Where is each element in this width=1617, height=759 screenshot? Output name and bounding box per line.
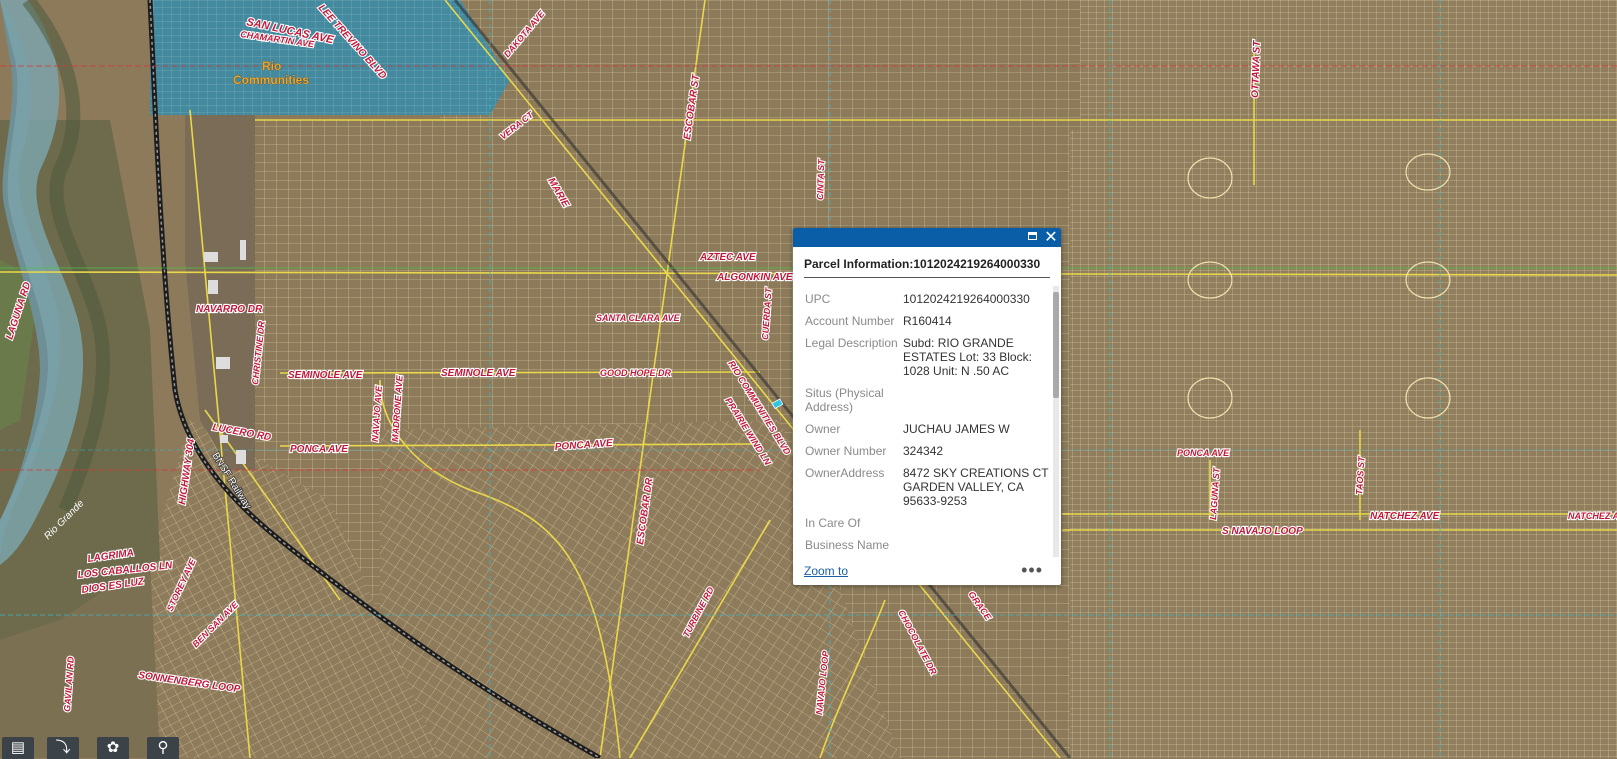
- attribute-value: 324342: [903, 444, 944, 458]
- popup-scrollbar[interactable]: [1053, 286, 1059, 557]
- attribute-row-situs: Situs (Physical Address): [793, 382, 1051, 418]
- attribute-key: Account Number: [805, 314, 895, 328]
- attribute-value: JUCHAU JAMES W: [903, 422, 1010, 436]
- street-label: PONCA AVE: [290, 444, 348, 455]
- maximize-icon[interactable]: [1025, 229, 1041, 245]
- attribute-key: Business Name: [805, 538, 890, 552]
- attribute-row-owner: Owner JUCHAU JAMES W: [793, 418, 1051, 440]
- popup-footer: Zoom to •••: [793, 560, 1061, 585]
- street-label: CINTA ST: [815, 158, 826, 200]
- street-label: NATCHEZ AVE: [1568, 511, 1617, 521]
- street-label: GOOD HOPE DR: [600, 368, 672, 378]
- layer-list-icon[interactable]: ▤: [2, 737, 34, 759]
- street-label: AZTEC AVE: [699, 252, 756, 263]
- attribute-row-owner-address: OwnerAddress 8472 SKY CREATIONS CT GARDE…: [793, 462, 1051, 512]
- parcel-grid-east: [1070, 0, 1617, 758]
- attribute-key: Owner: [805, 422, 841, 436]
- street-label: ALGONKIN AVE: [716, 272, 793, 283]
- attribute-value: [903, 386, 1051, 414]
- street-label: SANTA CLARA AVE: [596, 313, 681, 323]
- street-label: OTTAWA ST: [1250, 40, 1263, 98]
- attribute-key: Situs (Physical Address): [805, 386, 884, 414]
- close-icon[interactable]: ✕: [1043, 229, 1059, 245]
- attribute-key: OwnerAddress: [805, 466, 885, 480]
- parcel-info-popup[interactable]: ✕ Parcel Information:1012024219264000330…: [793, 228, 1061, 585]
- attribute-value: [903, 538, 1051, 552]
- attribute-row-in-care-of: In Care Of: [793, 512, 1051, 534]
- street-label: PONCA AVE: [1177, 448, 1230, 458]
- attribute-row-upc: UPC 1012024219264000330: [793, 288, 1051, 310]
- title-divider: [804, 277, 1050, 278]
- attribute-row-legal-description: Legal Description Subd: RIO GRANDE ESTAT…: [793, 332, 1051, 382]
- street-label: S NAVAJO LOOP: [1222, 526, 1303, 537]
- attribute-value: R160414: [903, 314, 952, 328]
- attribute-key: Legal Description: [805, 336, 898, 350]
- attribute-value: 8472 SKY CREATIONS CT GARDEN VALLEY, CA …: [903, 466, 1049, 508]
- attribute-row-account-number: Account Number R160414: [793, 310, 1051, 332]
- basemap-gallery-icon[interactable]: ✿: [97, 737, 129, 759]
- street-label: NATCHEZ AVE: [1370, 511, 1440, 522]
- attribute-key: UPC: [805, 292, 831, 306]
- scrollbar-thumb[interactable]: [1053, 292, 1059, 398]
- attribute-key: In Care Of: [805, 516, 861, 530]
- street-label: SEMINOLE AVE: [441, 368, 516, 379]
- attribute-value: [903, 516, 1051, 530]
- attribute-value: 1012024219264000330: [903, 292, 1030, 306]
- popup-title: Parcel Information:1012024219264000330: [804, 257, 1041, 271]
- search-icon[interactable]: ⚲: [147, 737, 179, 759]
- place-label-line1: Rio: [262, 59, 281, 73]
- attribute-value: Subd: RIO GRANDE ESTATES Lot: 33 Block: …: [903, 336, 1032, 378]
- zoom-to-link[interactable]: Zoom to: [804, 564, 848, 578]
- more-actions-icon[interactable]: •••: [1021, 560, 1043, 581]
- attribute-row-owner-number: Owner Number 324342: [793, 440, 1051, 462]
- place-label-line2: Communities: [233, 73, 309, 87]
- street-label: NAVARRO DR: [196, 304, 263, 315]
- popup-header: ✕: [793, 228, 1061, 247]
- measure-icon[interactable]: ⤵: [47, 737, 79, 759]
- attribute-row-business-name: Business Name: [793, 534, 1051, 556]
- attribute-table[interactable]: UPC 1012024219264000330 Account Number R…: [793, 286, 1051, 560]
- attribute-key: Owner Number: [805, 444, 887, 458]
- street-label: SEMINOLE AVE: [288, 370, 363, 381]
